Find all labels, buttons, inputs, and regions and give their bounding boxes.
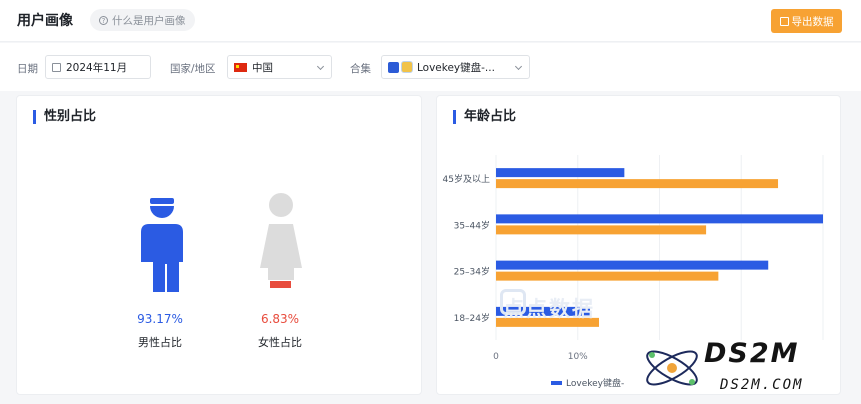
atom-logo-icon xyxy=(646,350,698,386)
logo-domain: DS2M.COM xyxy=(720,377,804,393)
country-label: 国家/地区 xyxy=(170,63,216,75)
bar-0 xyxy=(496,214,823,224)
gender-card: 性别占比 93.17% 男性占比 6.83% 女性占比 xyxy=(16,95,422,395)
y-tick-label: 35–44岁 xyxy=(454,219,490,231)
collection-value: Lovekey键盘-... xyxy=(417,61,495,74)
bar-0 xyxy=(496,260,769,270)
x-tick-label: 10% xyxy=(568,352,588,362)
question-icon: ? xyxy=(99,15,108,25)
bar-1 xyxy=(496,271,719,281)
female-percent: 6.83% xyxy=(260,312,300,326)
male-label: 男性占比 xyxy=(138,336,182,349)
legend-swatch xyxy=(551,381,562,385)
collection-select[interactable]: Lovekey键盘-... xyxy=(381,55,530,79)
y-tick-label: 18–24岁 xyxy=(454,312,490,324)
country-value: 中国 xyxy=(252,61,273,74)
calendar-icon xyxy=(52,62,61,72)
ds2m-logo: DS2M DS2M.COM xyxy=(640,332,861,404)
female-label: 女性占比 xyxy=(258,336,302,349)
app-icon xyxy=(401,61,413,73)
y-tick-label: 45岁及以上 xyxy=(443,173,490,185)
date-value: 2024年11月 xyxy=(66,61,128,74)
logo-text: DS2M xyxy=(704,338,800,369)
help-link[interactable]: ? 什么是用户画像 xyxy=(90,9,195,31)
chevron-down-icon xyxy=(316,62,325,71)
bar-1 xyxy=(496,179,779,189)
y-tick-label: 25–34岁 xyxy=(454,266,490,278)
chevron-down-icon xyxy=(514,62,523,71)
country-select[interactable]: 中国 xyxy=(227,55,332,79)
export-data-button[interactable]: 导出数据 xyxy=(771,9,842,33)
gender-card-title: 性别占比 xyxy=(33,110,96,124)
filter-bar: 日期 2024年11月 国家/地区 中国 合集 Lovekey键盘-... xyxy=(0,43,861,91)
watermark-text: 点点数据 xyxy=(503,297,595,321)
page-header: 用户画像 ? 什么是用户画像 导出数据 xyxy=(0,0,861,42)
x-tick-label: 0 xyxy=(493,352,499,362)
export-button-label: 导出数据 xyxy=(791,15,834,28)
legend-label: Lovekey键盘- xyxy=(566,377,624,389)
app-icon xyxy=(388,61,399,73)
china-flag-icon xyxy=(234,62,247,72)
age-card-title: 年龄占比 xyxy=(453,110,516,124)
bar-1 xyxy=(496,225,707,235)
export-icon xyxy=(779,16,789,26)
date-picker[interactable]: 2024年11月 xyxy=(45,55,151,79)
page-title: 用户画像 xyxy=(17,13,73,29)
male-percent: 93.17% xyxy=(137,312,183,326)
bar-0 xyxy=(496,168,625,178)
date-label: 日期 xyxy=(17,63,38,75)
female-figure-icon xyxy=(260,193,302,288)
male-figure-icon xyxy=(141,198,183,292)
help-link-label: 什么是用户画像 xyxy=(112,14,186,27)
collection-label: 合集 xyxy=(350,63,371,75)
